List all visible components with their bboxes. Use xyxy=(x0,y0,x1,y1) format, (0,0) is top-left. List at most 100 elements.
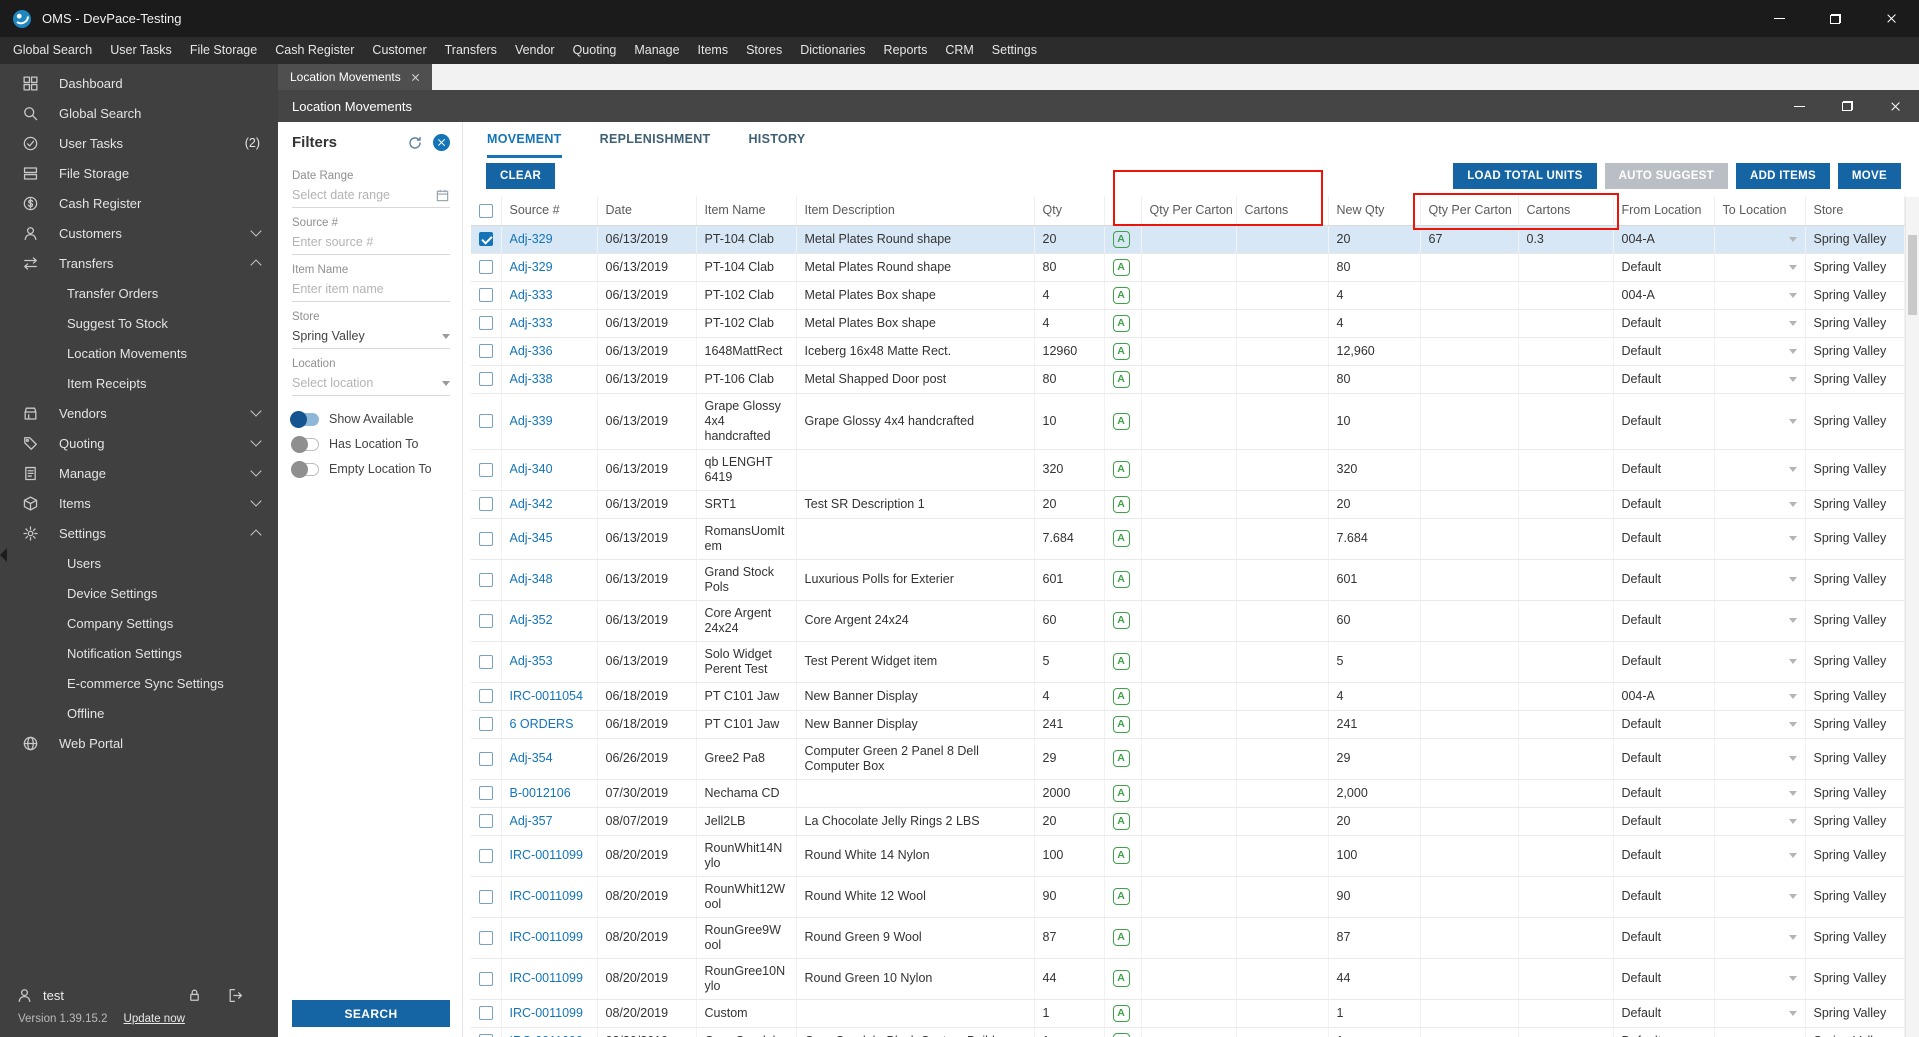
sidebar-item-location-movements[interactable]: Location Movements xyxy=(0,338,278,368)
toggle-show-available[interactable]: Show Available xyxy=(290,410,450,428)
date-range-input[interactable] xyxy=(292,188,435,202)
row-checkbox[interactable] xyxy=(479,344,493,359)
to-location-select[interactable] xyxy=(1723,848,1797,863)
row-checkbox[interactable] xyxy=(479,786,493,801)
inner-close-button[interactable] xyxy=(1871,90,1919,122)
row-checkbox[interactable] xyxy=(479,1006,493,1021)
item-name-input[interactable] xyxy=(292,282,450,296)
column-header-qpc2[interactable]: Qty Per Carton xyxy=(1420,196,1519,226)
to-location-select[interactable] xyxy=(1723,531,1797,546)
sidebar-item-items[interactable]: Items xyxy=(0,488,278,518)
column-header-from[interactable]: From Location xyxy=(1613,196,1715,226)
source-link[interactable]: Adj-329 xyxy=(510,260,553,274)
row-checkbox[interactable] xyxy=(479,531,493,546)
table-row[interactable]: Adj-329 06/13/2019 PT-104 Clab Metal Plates… xyxy=(471,253,1905,282)
clear-button[interactable]: CLEAR xyxy=(486,163,556,189)
sidebar-item-global-search[interactable]: Global Search xyxy=(0,98,278,128)
source-link[interactable]: 6 ORDERS xyxy=(510,717,574,731)
table-row[interactable]: IRC-001109908/20/2019Core GandalCore Gan… xyxy=(471,1027,1905,1037)
column-header-new_qty[interactable]: New Qty xyxy=(1328,196,1421,226)
table-row[interactable]: Adj-357 08/07/2019 Jell2LB La Chocolate Jel… xyxy=(471,807,1905,836)
table-row[interactable]: Adj-338 06/13/2019 PT-106 Clab Metal Shappe… xyxy=(471,365,1905,394)
tab-history[interactable]: HISTORY xyxy=(748,132,805,158)
toggle-empty-location-to[interactable]: Empty Location To xyxy=(291,460,450,478)
tab-location-movements[interactable]: Location Movements xyxy=(278,64,432,90)
column-header-source[interactable]: Source # xyxy=(501,196,598,226)
sidebar-item-device-settings[interactable]: Device Settings xyxy=(0,578,278,608)
row-checkbox[interactable] xyxy=(479,462,493,477)
column-header-desc[interactable]: Item Description xyxy=(796,196,1035,226)
logout-icon[interactable] xyxy=(227,987,244,1004)
sidebar-item-users[interactable]: Users xyxy=(0,548,278,578)
table-row[interactable]: Adj-339 06/13/2019 Grape Glossy 4x4 handcr… xyxy=(471,393,1905,450)
source-link[interactable]: Adj-342 xyxy=(510,497,553,511)
to-location-select[interactable] xyxy=(1723,260,1797,275)
vertical-scrollbar[interactable] xyxy=(1905,197,1919,1037)
source-link[interactable]: Adj-329 xyxy=(510,232,553,246)
source-input[interactable] xyxy=(292,235,450,249)
source-link[interactable]: Adj-348 xyxy=(510,572,553,586)
search-button[interactable]: SEARCH xyxy=(292,1000,450,1027)
to-location-select[interactable] xyxy=(1723,654,1797,669)
source-link[interactable]: IRC-0011099 xyxy=(510,889,583,903)
to-location-select[interactable] xyxy=(1723,344,1797,359)
row-checkbox[interactable] xyxy=(479,971,493,986)
minimize-button[interactable] xyxy=(1751,0,1807,37)
sidebar-item-settings[interactable]: Settings xyxy=(0,518,278,548)
table-row[interactable]: Adj-342 06/13/2019 SRT1 Test SR Description… xyxy=(471,490,1905,519)
toggle-switch[interactable] xyxy=(290,410,319,428)
row-checkbox[interactable] xyxy=(479,654,493,669)
row-checkbox[interactable] xyxy=(479,288,493,303)
menu-item-global-search[interactable]: Global Search xyxy=(4,37,101,64)
menu-item-user-tasks[interactable]: User Tasks xyxy=(101,37,181,64)
panel-collapse-arrow-icon[interactable] xyxy=(0,548,7,562)
table-row[interactable]: IRC-0011099 08/20/2019 RounGree10Nylo Round… xyxy=(471,958,1905,1000)
sidebar-item-company-settings[interactable]: Company Settings xyxy=(0,608,278,638)
row-checkbox[interactable] xyxy=(479,372,493,387)
maximize-button[interactable] xyxy=(1807,0,1863,37)
sidebar-item-quoting[interactable]: Quoting xyxy=(0,428,278,458)
row-checkbox[interactable] xyxy=(479,814,493,829)
tab-movement[interactable]: MOVEMENT xyxy=(487,132,562,158)
to-location-select[interactable] xyxy=(1723,288,1797,303)
source-link[interactable]: IRC-0011054 xyxy=(510,689,583,703)
menu-item-stores[interactable]: Stores xyxy=(737,37,791,64)
table-row[interactable]: IRC-0011099 08/20/2019 RounGree9Wool Round … xyxy=(471,917,1905,959)
sidebar-item-user-tasks[interactable]: User Tasks (2) xyxy=(0,128,278,158)
to-location-select[interactable] xyxy=(1723,717,1797,732)
to-location-select[interactable] xyxy=(1723,814,1797,829)
source-link[interactable]: Adj-352 xyxy=(510,613,553,627)
calendar-icon[interactable] xyxy=(435,188,450,203)
row-checkbox[interactable] xyxy=(479,316,493,331)
menu-item-quoting[interactable]: Quoting xyxy=(564,37,626,64)
column-header-date[interactable]: Date xyxy=(597,196,697,226)
row-checkbox[interactable] xyxy=(479,848,493,863)
sidebar-item-transfers[interactable]: Transfers xyxy=(0,248,278,278)
to-location-select[interactable] xyxy=(1723,316,1797,331)
to-location-select[interactable] xyxy=(1723,889,1797,904)
sidebar-item-file-storage[interactable]: File Storage xyxy=(0,158,278,188)
table-row[interactable]: IRC-0011099 08/20/2019 Custom 1 A 1 Default Spr… xyxy=(471,999,1905,1028)
sidebar-item-notification-settings[interactable]: Notification Settings xyxy=(0,638,278,668)
menu-item-file-storage[interactable]: File Storage xyxy=(181,37,266,64)
to-location-select[interactable] xyxy=(1723,414,1797,429)
table-row[interactable]: 6 ORDERS 06/18/2019 PT C101 Jaw New Banner … xyxy=(471,710,1905,739)
row-checkbox[interactable] xyxy=(479,689,493,704)
to-location-select[interactable] xyxy=(1723,462,1797,477)
to-location-select[interactable] xyxy=(1723,1006,1797,1021)
scrollbar-thumb[interactable] xyxy=(1908,235,1917,315)
column-header-check[interactable] xyxy=(471,196,502,226)
sidebar-item-manage[interactable]: Manage xyxy=(0,458,278,488)
source-link[interactable]: Adj-333 xyxy=(510,316,553,330)
table-row[interactable]: Adj-333 06/13/2019 PT-102 Clab Metal Plates… xyxy=(471,281,1905,310)
source-link[interactable]: IRC-0011099 xyxy=(510,1006,583,1020)
table-row[interactable]: Adj-340 06/13/2019 qb LENGHT 6419 320 A 320 De… xyxy=(471,449,1905,491)
table-row[interactable]: Adj-354 06/26/2019 Gree2 Pa8 Computer Green… xyxy=(471,738,1905,780)
row-checkbox[interactable] xyxy=(479,751,493,766)
source-link[interactable]: B-0012106 xyxy=(510,786,571,800)
table-row[interactable]: Adj-353 06/13/2019 Solo Widget Perent Test… xyxy=(471,641,1905,683)
row-checkbox[interactable] xyxy=(479,414,493,429)
auto-suggest-button[interactable]: AUTO SUGGEST xyxy=(1604,163,1728,189)
source-link[interactable]: IRC-0011099 xyxy=(510,971,583,985)
sidebar-item-item-receipts[interactable]: Item Receipts xyxy=(0,368,278,398)
